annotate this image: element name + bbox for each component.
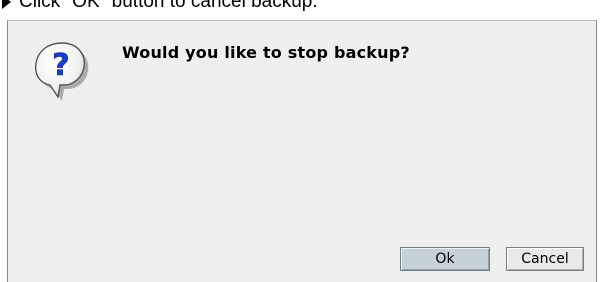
question-bubble-icon: ? xyxy=(34,42,89,101)
confirm-dialog: ? Would you like to stop backup? Ok Canc… xyxy=(7,20,597,282)
ok-button-label: Ok xyxy=(435,251,455,267)
svg-text:?: ? xyxy=(52,48,69,83)
instruction-text: Click "OK" button to cancel backup. xyxy=(19,0,318,12)
cancel-button-label: Cancel xyxy=(521,251,569,267)
instruction-line: Click "OK" button to cancel backup. xyxy=(0,0,612,13)
bullet-arrow-icon xyxy=(2,0,11,9)
dialog-message: Would you like to stop backup? xyxy=(122,43,410,62)
ok-button[interactable]: Ok xyxy=(400,247,490,271)
cancel-button[interactable]: Cancel xyxy=(506,247,584,271)
